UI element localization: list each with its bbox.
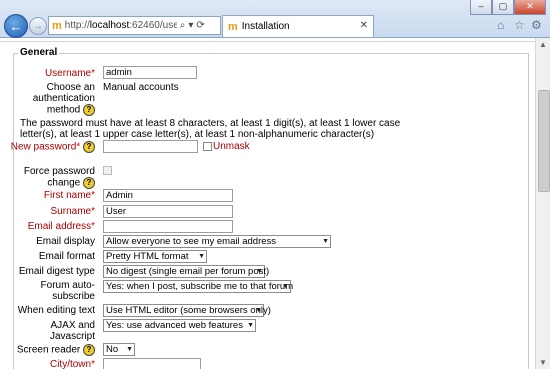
ajax-label: AJAX and Javascript xyxy=(49,320,95,342)
chevron-down-icon: ▼ xyxy=(255,307,262,314)
chevron-down-icon: ▼ xyxy=(322,238,329,245)
help-icon[interactable]: ? xyxy=(83,104,95,116)
scroll-down-icon[interactable]: ▼ xyxy=(539,358,547,367)
email-display-select[interactable]: Allow everyone to see my email address ▼ xyxy=(103,235,331,248)
moodle-logo-icon: m xyxy=(52,19,62,32)
email-format-select[interactable]: Pretty HTML format ▼ xyxy=(103,250,207,263)
chevron-down-icon: ▼ xyxy=(247,322,254,329)
surname-input[interactable]: User xyxy=(103,205,233,218)
maximize-button[interactable]: ▢ xyxy=(492,0,514,15)
chevron-down-icon: ▼ xyxy=(282,283,289,290)
new-password-input[interactable] xyxy=(103,140,198,153)
search-icon[interactable]: ⌕ xyxy=(180,20,186,31)
browser-toolbar: – ▢ ✕ ← → m http://localhost:62460/user/… xyxy=(0,0,550,38)
editing-text-select[interactable]: Use HTML editor (some browsers only) ▼ xyxy=(103,304,271,317)
page-content: General Username* admin Choose an authen… xyxy=(0,38,535,369)
moodle-logo-icon: m xyxy=(228,20,238,33)
city-input[interactable] xyxy=(103,358,201,369)
forum-autosubscribe-select[interactable]: Yes: when I post, subscribe me to that f… xyxy=(103,280,293,293)
scroll-up-icon[interactable]: ▲ xyxy=(539,40,547,49)
editing-text-label: When editing text xyxy=(17,305,95,316)
vertical-scrollbar[interactable]: ▲ ▼ xyxy=(535,38,550,369)
close-tab-icon[interactable]: ✕ xyxy=(360,20,368,31)
divider xyxy=(0,38,535,42)
back-arrow-icon[interactable]: ← xyxy=(4,14,28,38)
email-label: Email address* xyxy=(27,221,95,232)
scrollbar-thumb[interactable] xyxy=(538,90,550,192)
auth-method-label: Choose an authentication method ? xyxy=(32,82,95,116)
help-icon[interactable]: ? xyxy=(83,177,95,189)
username-input[interactable]: admin xyxy=(103,66,197,79)
browser-tab[interactable]: m Installation ✕ xyxy=(222,15,374,37)
tab-title: Installation xyxy=(241,21,290,32)
username-label: Username* xyxy=(44,68,95,79)
force-password-checkbox[interactable] xyxy=(103,166,112,175)
password-policy-text: The password must have at least 8 charac… xyxy=(20,118,401,140)
address-bar[interactable]: m http://localhost:62460/user/edita ⌕ ▾ … xyxy=(48,16,221,35)
forward-arrow-icon[interactable]: → xyxy=(29,17,47,35)
chevron-down-icon: ▼ xyxy=(256,268,263,275)
address-url: http://localhost:62460/user/edita xyxy=(64,20,177,31)
star-icon[interactable]: ☆ xyxy=(514,18,525,32)
close-button[interactable]: ✕ xyxy=(514,0,546,15)
chevron-down-icon: ▼ xyxy=(198,253,205,260)
first-name-label: First name* xyxy=(43,190,95,201)
screen-reader-select[interactable]: No ▼ xyxy=(103,343,135,356)
help-icon[interactable]: ? xyxy=(83,141,95,153)
help-icon[interactable]: ? xyxy=(83,344,95,356)
email-input[interactable] xyxy=(103,220,233,233)
chevron-down-icon: ▼ xyxy=(126,346,133,353)
refresh-icon[interactable]: ⟳ xyxy=(196,20,204,31)
unmask-label: Unmask xyxy=(213,141,250,152)
window-controls: – ▢ ✕ xyxy=(470,0,546,15)
minimize-button[interactable]: – xyxy=(470,0,492,15)
auth-method-value: Manual accounts xyxy=(103,82,179,93)
screen-reader-label: Screen reader ? xyxy=(0,344,95,356)
email-format-label: Email format xyxy=(38,251,95,262)
ajax-select[interactable]: Yes: use advanced web features ▼ xyxy=(103,319,256,332)
force-password-label: Force password change ? xyxy=(23,166,95,189)
email-display-label: Email display xyxy=(36,236,95,247)
forum-autosubscribe-label: Forum auto- subscribe xyxy=(40,280,95,302)
digest-type-select[interactable]: No digest (single email per forum post) ▼ xyxy=(103,265,269,278)
section-title: General xyxy=(18,47,60,58)
unmask-checkbox[interactable] xyxy=(203,142,212,151)
dropdown-arrow-icon[interactable]: ▾ xyxy=(188,20,193,31)
home-icon[interactable]: ⌂ xyxy=(497,18,504,32)
gear-icon[interactable]: ⚙ xyxy=(531,18,542,32)
city-label: City/town* xyxy=(49,359,95,369)
first-name-input[interactable]: Admin xyxy=(103,189,233,202)
new-password-label: New password* ? xyxy=(0,141,95,153)
surname-label: Surname* xyxy=(50,206,95,217)
digest-type-label: Email digest type xyxy=(18,266,95,277)
